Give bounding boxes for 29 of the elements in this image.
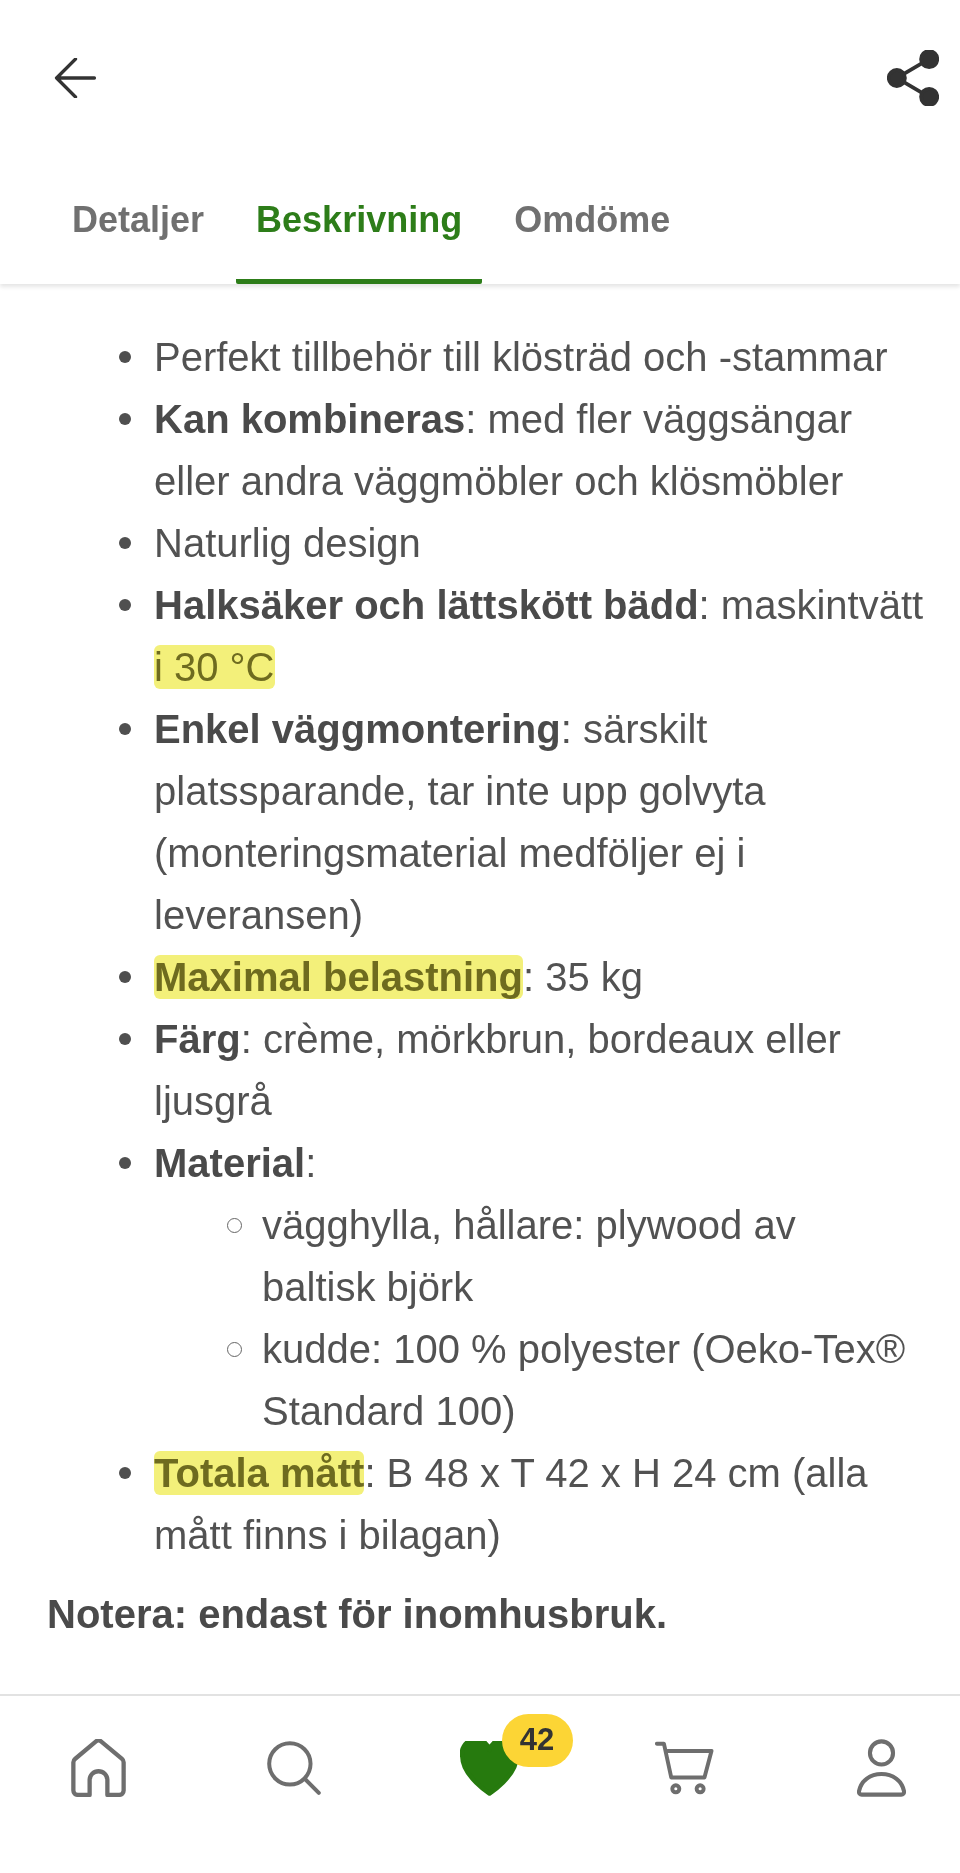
list-item-text: Kan kombineras: med fler väggsängar eller andra väggmöbler och klösmöbler bbox=[154, 396, 854, 505]
count-badge: 42 bbox=[501, 1714, 573, 1767]
bullet-icon bbox=[119, 971, 131, 983]
list-item-text: Halksäker och lättskött bädd: maskintvätt i 30 °C bbox=[154, 582, 925, 691]
home-icon[interactable] bbox=[70, 1739, 126, 1797]
tab[interactable]: Detaljer bbox=[52, 156, 225, 284]
list-item-text: Totala mått: B 48 x T 42 x H 24 cm (alla mått finns i bilagan) bbox=[154, 1450, 869, 1559]
user-icon[interactable] bbox=[856, 1739, 906, 1797]
bullet-icon bbox=[119, 599, 131, 611]
tab[interactable]: Beskrivning bbox=[236, 156, 483, 284]
cart-icon[interactable] bbox=[655, 1740, 716, 1796]
list-item-text: Enkel väggmontering: särskilt platssparande, tar inte upp golvyta (monteringsmaterial medföljer ej i leveransen) bbox=[154, 706, 767, 939]
bullet-icon bbox=[119, 351, 131, 363]
list-item-text: Material: bbox=[154, 1140, 318, 1187]
bullet-icon bbox=[119, 537, 131, 549]
bullet-icon bbox=[119, 723, 131, 735]
list-item-text: Färg: crème, mörkbrun, bordeaux eller ljusgrå bbox=[154, 1016, 842, 1125]
list-item-text: kudde: 100 % polyester (Oeko-Tex® Standard 100) bbox=[262, 1326, 907, 1435]
bullet-icon bbox=[119, 1033, 131, 1045]
heart-icon[interactable] bbox=[460, 1740, 519, 1796]
tab[interactable]: Omdöme bbox=[494, 156, 691, 284]
bullet-icon bbox=[119, 1467, 131, 1479]
bullet-icon bbox=[119, 1157, 131, 1169]
share-icon[interactable] bbox=[887, 50, 939, 106]
search-icon[interactable] bbox=[266, 1741, 321, 1795]
bullet-icon bbox=[119, 413, 131, 425]
note-text: Notera: endast för inomhusbruk. bbox=[46, 1591, 669, 1638]
list-item-text: Perfekt tillbehör till klösträd och -stammar bbox=[154, 334, 889, 381]
list-item-text: Naturlig design bbox=[154, 520, 422, 567]
